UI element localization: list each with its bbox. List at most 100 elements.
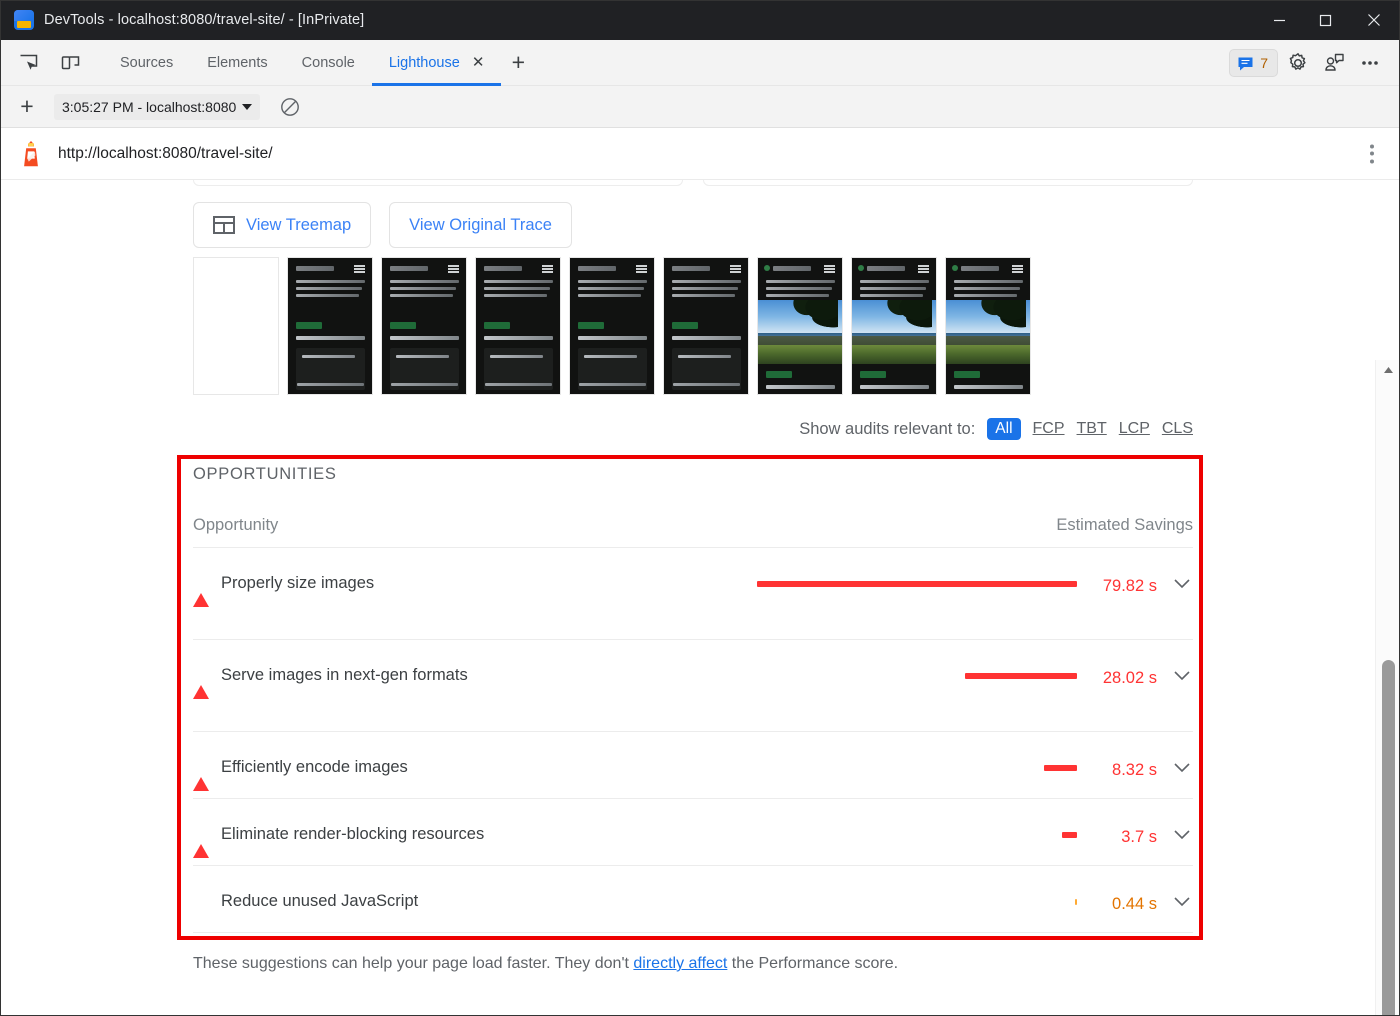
table-row[interactable]: Reduce unused JavaScript 0.44 s [193,866,1193,933]
filter-lcp[interactable]: LCP [1119,420,1150,438]
report-url: http://localhost:8080/travel-site/ [58,144,273,162]
chevron-down-icon[interactable] [1171,825,1193,840]
tab-console[interactable]: Console [285,40,372,86]
tab-label: Console [301,54,355,71]
table-row[interactable]: Eliminate render-blocking resources 3.7 … [193,799,1193,866]
feedback-person-icon[interactable] [1318,47,1350,79]
filmstrip-frame[interactable] [569,257,655,395]
devtools-window: DevTools - localhost:8080/travel-site/ -… [0,0,1400,1016]
device-toolbar-icon[interactable] [55,48,85,78]
table-row[interactable]: Serve images in next-gen formats 28.02 s [193,640,1193,732]
metrics-card-top-edge [193,180,683,186]
diagnostics-card-top-edge [703,180,1193,186]
filter-cls[interactable]: CLS [1162,420,1193,438]
scrollbar-thumb[interactable] [1382,660,1395,1016]
filmstrip [193,257,1031,395]
vertical-scrollbar[interactable] [1375,360,1400,1016]
filter-tbt[interactable]: TBT [1077,420,1107,438]
run-selector-value: 3:05:27 PM - localhost:8080 [62,98,237,115]
lighthouse-icon [18,139,44,169]
view-treemap-button[interactable]: View Treemap [193,202,372,248]
red-triangle-icon [193,668,209,699]
tab-label: Elements [207,54,268,71]
close-button[interactable] [1348,0,1400,40]
report-body: View Treemap View Original Trace Show au… [0,180,1400,1016]
new-report-button[interactable]: + [10,90,44,124]
window-titlebar: DevTools - localhost:8080/travel-site/ -… [0,0,1400,40]
messages-count: 7 [1260,55,1268,71]
add-panel-button[interactable]: + [501,40,535,86]
chevron-down-icon[interactable] [1171,666,1193,681]
savings-value: 8.32 s [1112,761,1157,779]
filmstrip-frame[interactable] [945,257,1031,395]
savings-bar-track [757,758,1077,771]
opportunity-label: Efficiently encode images [221,758,408,776]
devtools-tabstrip: Sources Elements Console Lighthouse ✕ + … [0,40,1400,86]
view-treemap-label: View Treemap [246,215,352,234]
footnote-before: These suggestions can help your page loa… [193,955,634,972]
red-triangle-icon [193,576,209,607]
devtools-tabs: Sources Elements Console Lighthouse ✕ + [103,40,535,86]
window-title: DevTools - localhost:8080/travel-site/ -… [44,12,365,28]
inspect-element-icon[interactable] [13,48,43,78]
close-icon[interactable]: ✕ [472,55,485,70]
filter-fcp[interactable]: FCP [1033,420,1065,438]
opportunities-section: OPPORTUNITIES Opportunity Estimated Savi… [193,465,1193,933]
table-row[interactable]: Efficiently encode images 8.32 s [193,732,1193,799]
opportunity-label: Serve images in next-gen formats [221,666,468,684]
treemap-icon [213,216,235,234]
column-estimated-savings: Estimated Savings [1056,516,1193,534]
directly-affect-link[interactable]: directly affect [633,955,727,972]
savings-bar [965,673,1077,679]
filmstrip-frame[interactable] [757,257,843,395]
tab-label: Lighthouse [388,54,460,71]
filmstrip-frame[interactable] [663,257,749,395]
more-vertical-icon[interactable] [1370,144,1374,163]
report-header: http://localhost:8080/travel-site/ [0,128,1400,180]
table-row[interactable]: Properly size images 79.82 s [193,548,1193,640]
tab-lighthouse[interactable]: Lighthouse ✕ [371,40,502,86]
tab-label: Sources [120,54,174,71]
savings-bar [1044,765,1077,771]
message-bubble-icon [1238,57,1253,70]
opportunity-label: Eliminate render-blocking resources [221,825,485,843]
filmstrip-frame[interactable] [193,257,279,395]
lighthouse-runbar: + 3:05:27 PM - localhost:8080 [0,86,1400,128]
view-original-trace-button[interactable]: View Original Trace [389,202,572,248]
section-title: OPPORTUNITIES [193,465,337,483]
savings-value: 0.44 s [1112,895,1157,913]
savings-bar [757,581,1077,587]
filmstrip-frame[interactable] [287,257,373,395]
gear-icon[interactable] [1282,47,1314,79]
filmstrip-frame[interactable] [475,257,561,395]
run-selector[interactable]: 3:05:27 PM - localhost:8080 [54,93,261,120]
maximize-button[interactable] [1302,0,1348,40]
savings-value: 79.82 s [1102,577,1157,595]
filters-label: Show audits relevant to: [799,419,976,438]
red-triangle-icon [193,760,209,791]
savings-value: 3.7 s [1121,828,1157,846]
chevron-down-icon[interactable] [1171,892,1193,907]
report-content: View Treemap View Original Trace Show au… [0,180,1375,1016]
filter-all[interactable]: All [987,418,1021,440]
savings-bar [1062,832,1077,838]
opportunity-label: Properly size images [221,574,375,592]
footnote-after: the Performance score. [727,955,899,972]
filmstrip-frame[interactable] [851,257,937,395]
chevron-down-icon[interactable] [1171,758,1193,773]
minimize-button[interactable] [1256,0,1302,40]
chevron-down-icon [242,103,253,110]
audit-relevance-filters: Show audits relevant to: All FCP TBT LCP… [799,418,1193,440]
clear-all-icon[interactable] [276,93,304,121]
window-controls [1256,0,1400,40]
chevron-down-icon[interactable] [1171,574,1193,589]
more-horizontal-icon[interactable] [1354,47,1386,79]
tab-sources[interactable]: Sources [103,40,190,86]
opportunities-footnote: These suggestions can help your page loa… [193,955,898,973]
devtools-tabstrip-actions: 7 [1229,40,1400,86]
messages-badge[interactable]: 7 [1229,49,1278,77]
filmstrip-frame[interactable] [381,257,467,395]
tab-elements[interactable]: Elements [190,40,284,86]
scroll-up-icon[interactable] [1376,360,1400,380]
opportunity-label: Reduce unused JavaScript [221,892,419,910]
